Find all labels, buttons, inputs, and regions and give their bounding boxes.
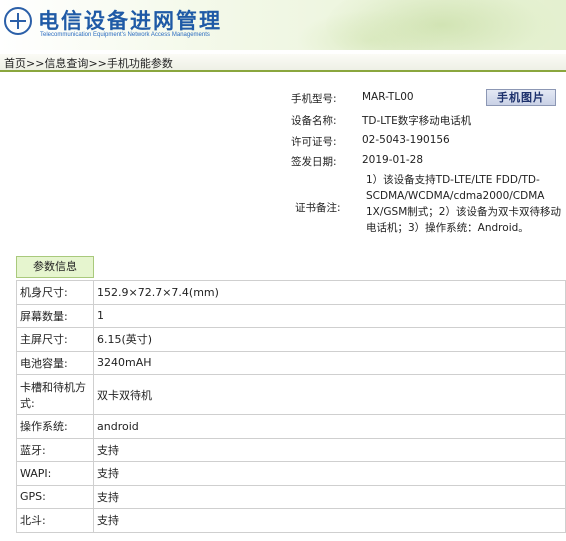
- breadcrumb-info-query-link[interactable]: 信息查询: [44, 57, 88, 70]
- issue-date-row: 签发日期: 2019-01-28: [0, 154, 566, 168]
- breadcrumb-current: 手机功能参数: [106, 57, 173, 70]
- license-label: 许可证号:: [291, 136, 337, 148]
- param-label: GPS:: [16, 484, 94, 509]
- model-value: MAR-TL00: [362, 91, 414, 103]
- breadcrumb-separator: >>: [26, 57, 45, 70]
- param-value: 3240mAH: [93, 350, 566, 375]
- param-value: 支持: [93, 461, 566, 486]
- issue-date-label: 签发日期:: [291, 156, 337, 168]
- model-row: 手机型号: MAR-TL00: [0, 91, 566, 105]
- table-row: 北斗: 支持: [16, 508, 566, 533]
- site-logo-icon: [4, 7, 32, 35]
- phone-photo-button[interactable]: 手机图片: [486, 89, 556, 106]
- param-value: 双卡双待机: [93, 374, 566, 415]
- param-label: 电池容量:: [16, 350, 94, 375]
- param-label: 屏幕数量:: [16, 303, 94, 328]
- param-label: 蓝牙:: [16, 437, 94, 462]
- device-name-value: TD-LTE数字移动电话机: [362, 115, 472, 127]
- model-label: 手机型号:: [291, 93, 337, 105]
- license-row: 许可证号: 02-5043-190156: [0, 134, 566, 148]
- param-label: 操作系统:: [16, 414, 94, 439]
- table-row: 机身尺寸: 152.9×72.7×7.4(mm): [16, 280, 566, 305]
- breadcrumb: 首页>>信息查询>>手机功能参数: [4, 55, 173, 71]
- param-value: 1: [93, 303, 566, 328]
- breadcrumb-separator: >>: [88, 57, 107, 70]
- device-name-row: 设备名称: TD-LTE数字移动电话机: [0, 113, 566, 127]
- param-label: 北斗:: [16, 508, 94, 533]
- param-value: 支持: [93, 484, 566, 509]
- table-row: GPS: 支持: [16, 484, 566, 509]
- remark-value: 1）该设备支持TD-LTE/LTE FDD/TD-SCDMA/WCDMA/cdm…: [366, 174, 561, 234]
- param-label: 主屏尺寸:: [16, 327, 94, 352]
- param-value: 支持: [93, 508, 566, 533]
- param-label: WAPI:: [16, 461, 94, 486]
- table-row: 电池容量: 3240mAH: [16, 350, 566, 375]
- param-label: 卡槽和待机方式:: [16, 374, 94, 415]
- license-value: 02-5043-190156: [362, 134, 450, 146]
- device-name-label: 设备名称:: [291, 115, 337, 127]
- table-row: 蓝牙: 支持: [16, 437, 566, 462]
- table-row: WAPI: 支持: [16, 461, 566, 486]
- header-banner: 电信设备进网管理 Telecommunication Equipment's N…: [0, 0, 566, 50]
- table-row: 主屏尺寸: 6.15(英寸): [16, 327, 566, 352]
- breadcrumb-bar: 首页>>信息查询>>手机功能参数: [0, 54, 566, 72]
- param-label: 机身尺寸:: [16, 280, 94, 305]
- site-subtitle: Telecommunication Equipment's Network Ac…: [40, 32, 210, 38]
- params-header: 参数信息: [16, 256, 94, 278]
- breadcrumb-home-link[interactable]: 首页: [4, 57, 26, 70]
- param-value: android: [93, 414, 566, 439]
- issue-date-value: 2019-01-28: [362, 154, 424, 166]
- site-title: 电信设备进网管理: [38, 9, 222, 33]
- param-value: 支持: [93, 437, 566, 462]
- params-table: 机身尺寸: 152.9×72.7×7.4(mm) 屏幕数量: 1 主屏尺寸: 6…: [16, 280, 566, 533]
- table-row: 卡槽和待机方式: 双卡双待机: [16, 374, 566, 415]
- table-row: 操作系统: android: [16, 414, 566, 439]
- param-value: 152.9×72.7×7.4(mm): [93, 280, 566, 305]
- param-value: 6.15(英寸): [93, 327, 566, 352]
- remark-label: 证书备注:: [295, 202, 341, 214]
- table-row: 屏幕数量: 1: [16, 303, 566, 328]
